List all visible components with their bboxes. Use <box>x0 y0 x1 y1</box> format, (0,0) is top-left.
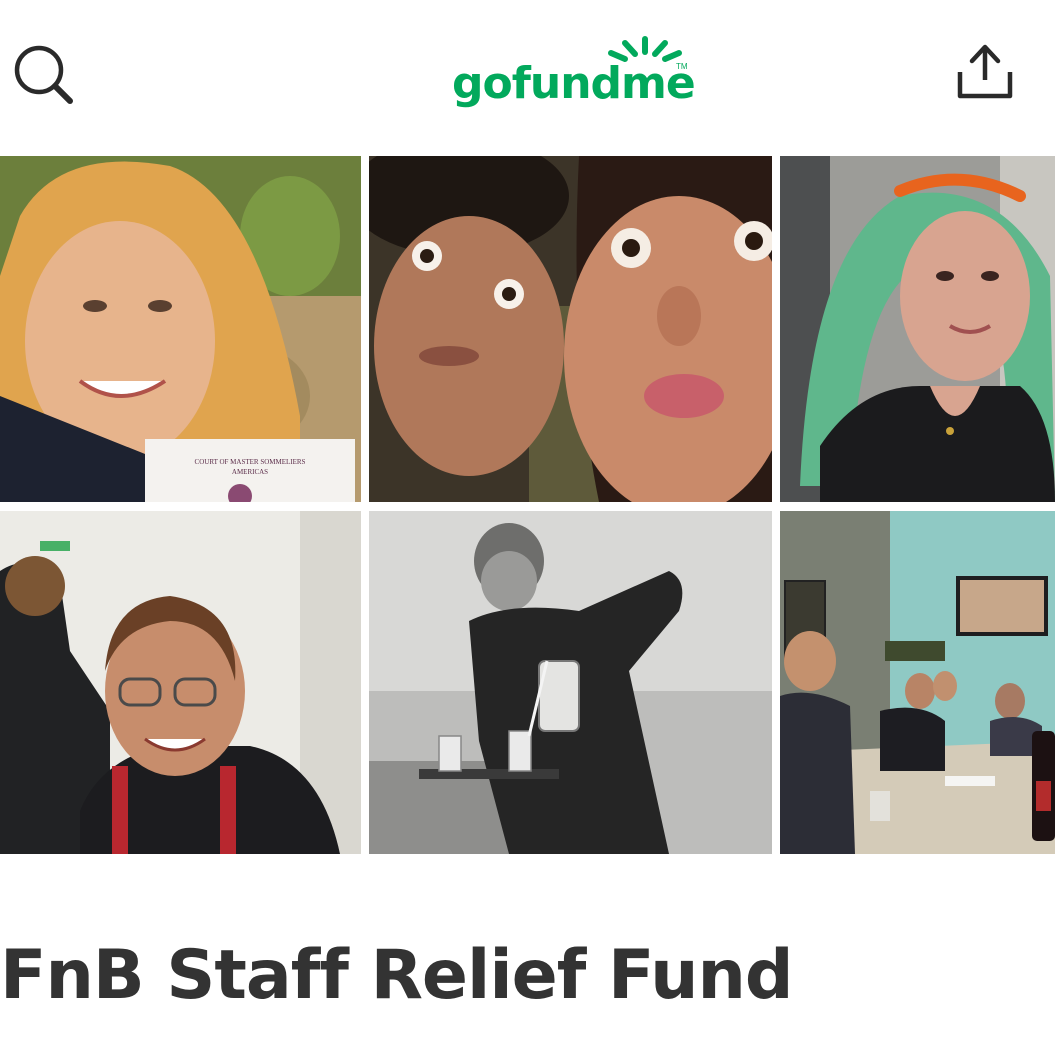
photo-chef-smiling[interactable] <box>0 511 361 854</box>
search-button[interactable] <box>8 38 78 108</box>
gofundme-logo[interactable]: gofundme TM <box>450 36 696 111</box>
photo-restaurant-dinner-table[interactable] <box>780 511 1055 854</box>
search-icon <box>14 45 73 104</box>
photo-vintage-waiter-pouring[interactable] <box>369 511 772 854</box>
certificate-text-line1: COURT OF MASTER SOMMELIERS <box>195 458 306 466</box>
share-button[interactable] <box>952 38 1018 104</box>
certificate-text-line2: AMERICAS <box>232 468 268 476</box>
photo-couple-selfie[interactable] <box>369 156 772 502</box>
photo-woman-with-certificate[interactable]: COURT OF MASTER SOMMELIERS AMERICAS <box>0 156 361 502</box>
top-bar: gofundme TM <box>0 0 1055 150</box>
photo-grid: COURT OF MASTER SOMMELIERS AMERICAS <box>0 156 1055 854</box>
logo-trademark: TM <box>676 62 688 71</box>
logo-wordmark: gofundme <box>452 58 696 109</box>
campaign-title: FnB Staff Relief Fund <box>0 936 794 1015</box>
photo-woman-green-wig[interactable] <box>780 156 1055 502</box>
share-icon <box>957 44 1013 99</box>
